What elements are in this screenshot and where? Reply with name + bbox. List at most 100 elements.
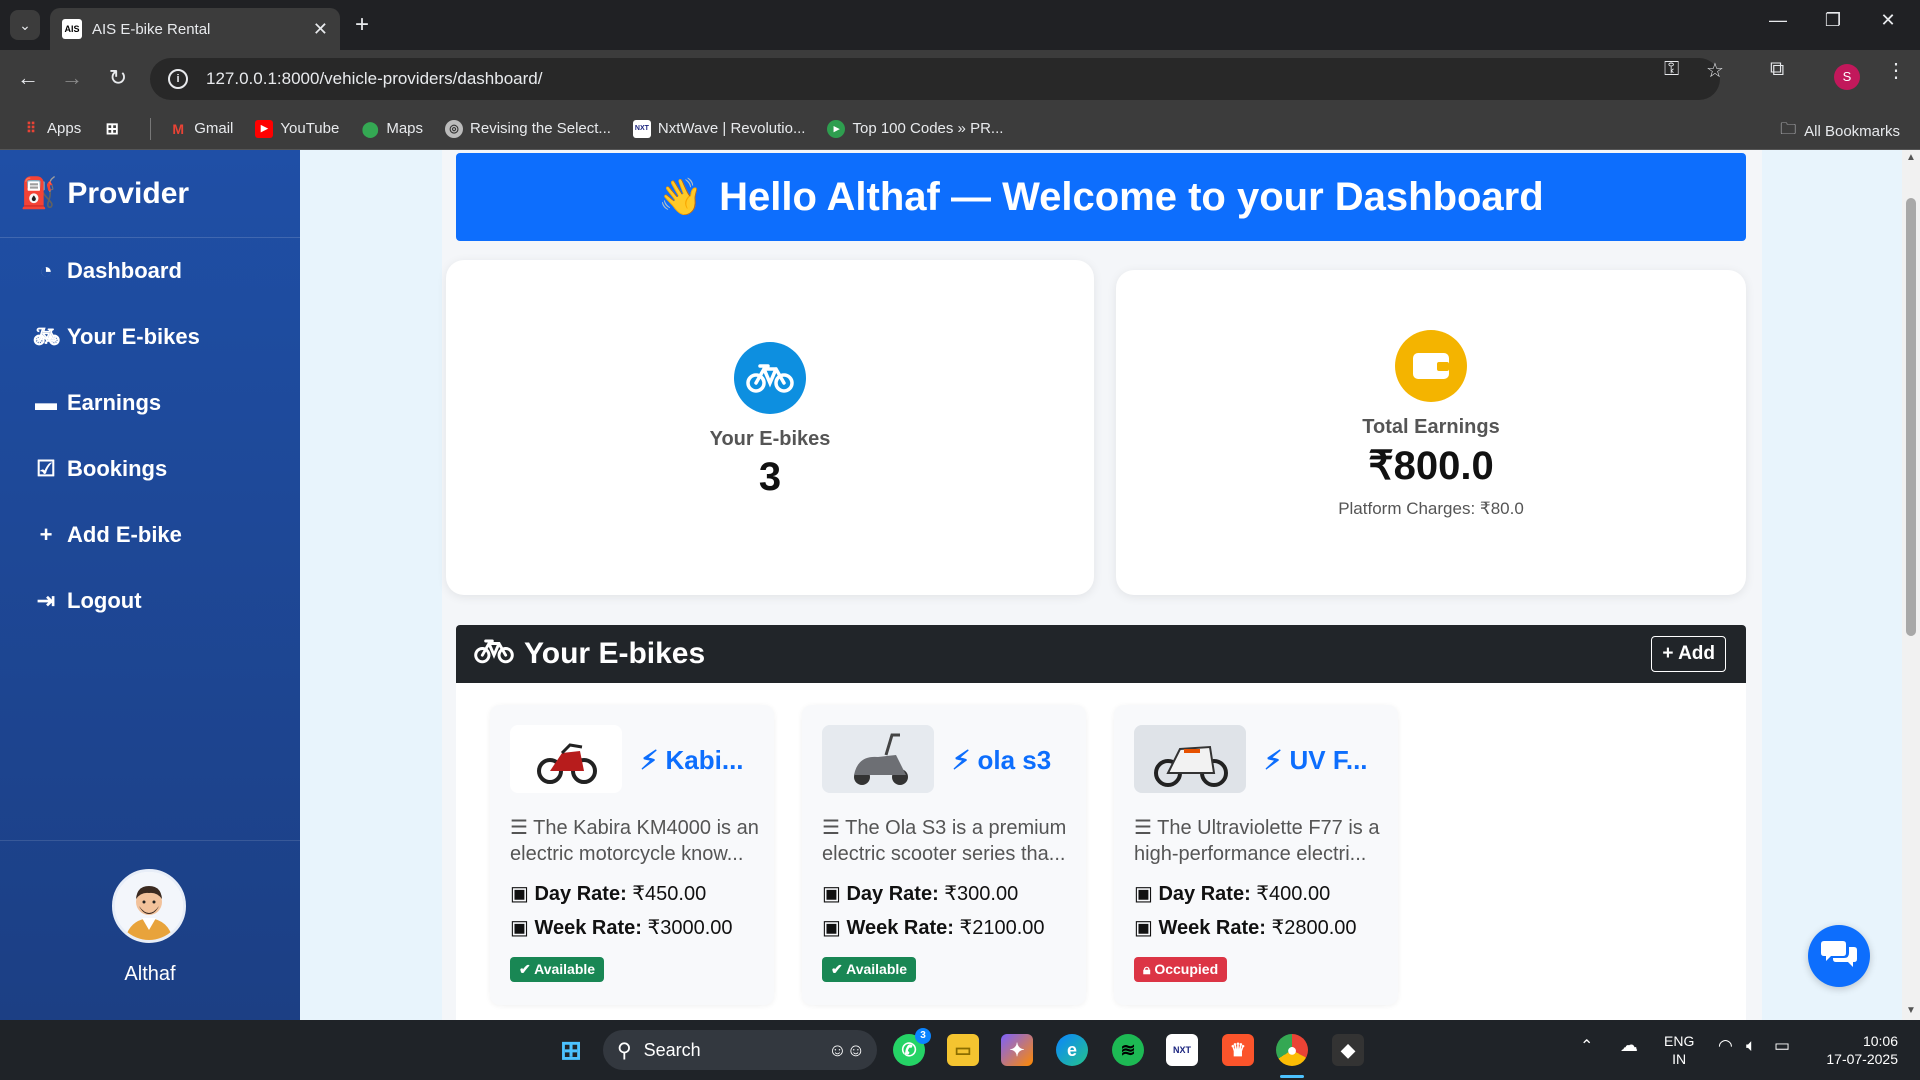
bookmark-maps[interactable]: ⬤ Maps <box>361 120 423 138</box>
gauge-icon: ◔ <box>39 258 53 283</box>
status-badge: ✔ Available <box>510 957 605 982</box>
folder-icon: 🗀 <box>1780 121 1797 138</box>
bike-card[interactable]: ⚡︎ ola s3 ☰ The Ola S3 is a premium elec… <box>802 705 1086 1005</box>
user-name: Althaf <box>124 963 176 985</box>
bicycle-icon <box>474 638 514 671</box>
sidebar-item-logout[interactable]: ⇥ Logout <box>0 568 300 634</box>
gmail-icon: M <box>172 120 185 137</box>
earnings-stat-label: Total Earnings <box>1362 416 1500 438</box>
calendar-icon: ▣ <box>1134 883 1153 905</box>
sidebar-item-your-ebikes[interactable]: 🚲︎ Your E-bikes <box>0 304 300 370</box>
ebikes-stat-value: 3 <box>758 455 782 499</box>
chat-button[interactable] <box>1808 925 1870 987</box>
onedrive-icon[interactable]: ☁ <box>1620 1036 1638 1054</box>
ebikes-section-header: Your E-bikes + Add <box>456 625 1746 683</box>
site-info-icon[interactable]: i <box>168 69 188 89</box>
spotify-icon[interactable]: ≋ <box>1112 1034 1144 1066</box>
page-scrollbar[interactable]: ▲ ▼ <box>1902 150 1920 1020</box>
close-icon[interactable]: ✕ <box>313 19 328 40</box>
scroll-down-icon[interactable]: ▼ <box>1906 1005 1916 1016</box>
language-indicator[interactable]: ENG IN <box>1664 1032 1694 1068</box>
waving-hand-icon: 👋 <box>658 176 704 217</box>
sidebar-item-bookings[interactable]: ☑ Bookings <box>0 436 300 502</box>
sidebar-item-dashboard[interactable]: ◔ Dashboard <box>0 238 300 304</box>
search-icon: ⚲ <box>617 1039 632 1062</box>
show-hidden-icons[interactable]: ⌃ <box>1580 1038 1593 1056</box>
star-icon[interactable]: ☆ <box>1706 58 1724 83</box>
wifi-icon[interactable]: ◠ <box>1718 1037 1733 1055</box>
password-key-icon[interactable]: ⚿ <box>1664 58 1679 81</box>
emoji-icon: ☺☺ <box>828 1039 865 1060</box>
bookmark-top100[interactable]: ▸ Top 100 Codes » PR... <box>827 119 1003 138</box>
reload-icon[interactable]: ↻ <box>102 62 134 94</box>
add-ebike-button[interactable]: + Add <box>1651 636 1726 672</box>
windows-start-icon[interactable]: ⊞ <box>555 1034 587 1066</box>
browser-tab-strip: ⌄ AIS AIS E-bike Rental ✕ + — ❐ ✕ <box>0 0 1920 50</box>
sidebar-item-add-ebike[interactable]: + Add E-bike <box>0 502 300 568</box>
bolt-icon: ⚡︎ <box>640 745 659 775</box>
day-rate: ▣ Day Rate: ₹300.00 <box>822 883 1019 905</box>
scroll-up-icon[interactable]: ▲ <box>1906 152 1916 163</box>
taskbar: ⊞ ⚲ Search ☺☺ ✆ 3 ▭ ✦ e ≋ NXT ♛ ● ◆ ⌃ ☁ … <box>0 1020 1920 1080</box>
extensions-icon[interactable]: ⧉ <box>1770 58 1784 81</box>
bike-name: ⚡︎ ola s3 <box>952 745 1052 775</box>
platform-charges: Platform Charges: ₹80.0 <box>1338 499 1524 518</box>
browser-toolbar: ← → ↻ i 127.0.0.1:8000/vehicle-providers… <box>0 50 1920 108</box>
bolt-icon: ⚡︎ <box>952 745 971 775</box>
profile-avatar[interactable]: S <box>1834 64 1860 90</box>
forward-icon[interactable]: → <box>56 62 88 94</box>
all-bookmarks[interactable]: 🗀 All Bookmarks <box>1780 118 1900 145</box>
calendar-icon: ▣ <box>822 917 841 939</box>
ebikes-stat-label: Your E-bikes <box>709 428 831 450</box>
nxtwave-app-icon[interactable]: NXT <box>1166 1034 1198 1066</box>
address-bar[interactable]: i 127.0.0.1:8000/vehicle-providers/dashb… <box>150 58 1720 100</box>
whatsapp-icon[interactable]: ✆ 3 <box>893 1028 931 1066</box>
check-circle-icon: ✔ <box>831 961 843 977</box>
bookmark-apps[interactable]: ⠿ Apps <box>22 120 81 138</box>
chrome-icon[interactable]: ● <box>1276 1034 1308 1066</box>
bike-card[interactable]: ⚡︎ Kabi... ☰ The Kabira KM4000 is an ele… <box>490 705 774 1005</box>
cursor-app-icon[interactable]: ◆ <box>1332 1034 1364 1066</box>
wallet-icon <box>1395 330 1467 402</box>
window-close-icon[interactable]: ✕ <box>1868 10 1908 31</box>
sidebar-item-earnings[interactable]: ▬ Earnings <box>0 370 300 436</box>
menu-icon[interactable]: ⋮ <box>1886 58 1906 83</box>
check-circle-icon: ✔ <box>519 961 531 977</box>
volume-icon[interactable]: 🔈︎ <box>1746 1037 1756 1055</box>
back-icon[interactable]: ← <box>12 62 44 94</box>
chat-bubbles-icon <box>1821 938 1857 975</box>
taskbar-search[interactable]: ⚲ Search ☺☺ <box>603 1030 877 1070</box>
bookmark-nxtwave[interactable]: NXT NxtWave | Revolutio... <box>632 119 805 138</box>
bookmark-gmail[interactable]: M Gmail <box>169 120 233 138</box>
bike-image <box>822 725 934 793</box>
tab-search-icon[interactable]: ⌄ <box>10 10 40 40</box>
minimize-icon[interactable]: — <box>1758 10 1798 31</box>
browser-tab[interactable]: AIS AIS E-bike Rental ✕ <box>50 8 340 50</box>
site-favicon: AIS <box>62 19 82 39</box>
file-explorer-icon[interactable]: ▭ <box>947 1034 979 1066</box>
calendar-icon: ▣ <box>510 917 529 939</box>
scrollbar-thumb[interactable] <box>1906 198 1916 636</box>
bike-description: ☰ The Ola S3 is a premium electric scoot… <box>822 817 1067 865</box>
new-tab-icon[interactable]: + <box>355 12 369 38</box>
plus-icon: + <box>39 522 53 547</box>
bookmark-revising[interactable]: ◎ Revising the Select... <box>445 119 611 138</box>
avatar[interactable] <box>112 869 186 943</box>
restore-icon[interactable]: ❐ <box>1813 10 1853 31</box>
bookmark-youtube[interactable]: ▶ YouTube <box>255 119 339 138</box>
clock[interactable]: 10:06 17-07-2025 <box>1814 1032 1898 1068</box>
sidebar-brand: ⛽ Provider <box>0 150 300 238</box>
tab-groups-icon[interactable]: ⊞ <box>103 120 128 138</box>
bike-card[interactable]: ⚡︎ UV F... ☰ The Ultraviolette F77 is a … <box>1114 705 1398 1005</box>
brave-icon[interactable]: ♛ <box>1222 1034 1254 1066</box>
bike-image <box>1134 725 1246 793</box>
apps-grid-icon: ⠿ <box>25 120 37 136</box>
calendar-icon: ▣ <box>1134 917 1153 939</box>
status-badge: ✔ Available <box>822 957 917 982</box>
edge-icon[interactable]: e <box>1056 1034 1088 1066</box>
battery-icon[interactable]: ▭ <box>1774 1037 1790 1055</box>
copilot-icon[interactable]: ✦ <box>1001 1034 1033 1066</box>
bike-name: ⚡︎ UV F... <box>1264 745 1368 775</box>
bookmark-separator <box>150 117 152 140</box>
sidebar-user: Althaf <box>0 840 300 1020</box>
